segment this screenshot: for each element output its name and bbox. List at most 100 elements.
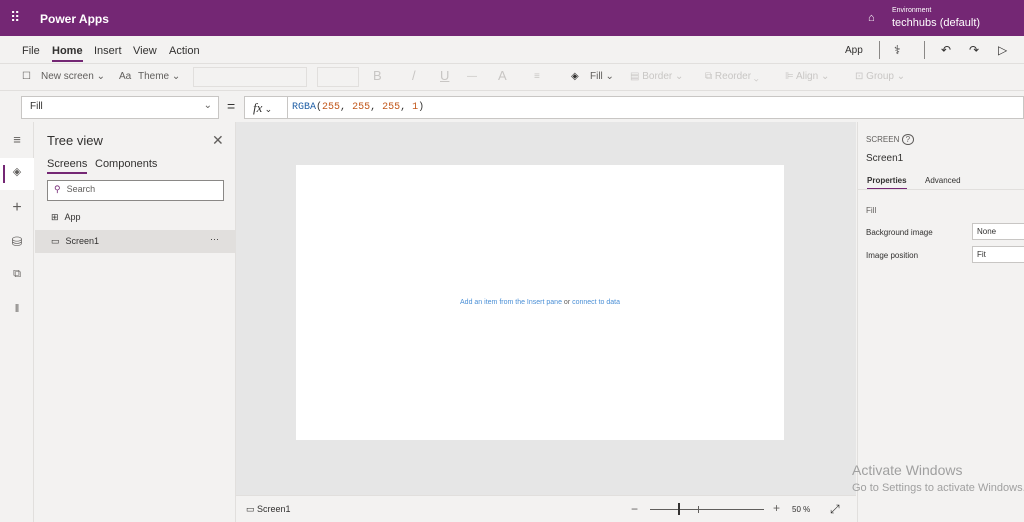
theme-label: Theme	[138, 71, 170, 82]
search-placeholder: Search	[66, 184, 96, 194]
insert-plus-icon[interactable]: +	[0, 199, 34, 217]
reorder-label: Reorder	[714, 71, 752, 82]
screen-name: Screen1	[257, 504, 291, 514]
bold-button[interactable]: B	[373, 68, 382, 83]
data-cylinder-icon[interactable]: ⛁	[0, 234, 34, 250]
preview-play-icon[interactable]: ▷	[998, 43, 1007, 57]
image-position-label: Image position	[866, 251, 919, 260]
divider	[879, 41, 880, 59]
strikethrough-icon[interactable]: —	[467, 71, 477, 82]
formula-arg: 255	[382, 102, 401, 113]
screen-selector[interactable]: ▭ Screen1	[246, 504, 291, 515]
tab-screens[interactable]: Screens	[47, 158, 88, 174]
help-icon[interactable]: ?	[901, 134, 915, 145]
close-icon[interactable]: ✕	[212, 132, 224, 149]
image-position-dropdown[interactable]: Fit	[972, 246, 1024, 263]
tree-view-title: Tree view	[47, 133, 103, 148]
background-image-dropdown[interactable]: None	[972, 223, 1024, 240]
tree-item-label: Screen1	[65, 236, 100, 246]
formula-function: RGBA	[292, 102, 317, 113]
fill-icon: ◈	[571, 71, 579, 82]
menu-view[interactable]: View	[133, 45, 157, 57]
zoom-slider[interactable]	[650, 509, 764, 510]
formula-arg: 255	[322, 102, 341, 113]
fill-label: Fill	[590, 71, 603, 82]
new-screen-button[interactable]: New screen ⌄	[41, 71, 105, 82]
fx-button[interactable]: fx ⌄	[244, 96, 288, 119]
zoom-slider-thumb[interactable]	[678, 503, 680, 515]
screen-icon: ▭	[51, 236, 60, 246]
screen-artboard[interactable]: Add an item from the Insert pane or conn…	[296, 165, 784, 440]
app-settings-button[interactable]: App	[845, 45, 863, 56]
theme-icon: Aa	[119, 71, 132, 82]
border-button[interactable]: ▤ Border ⌄	[630, 71, 683, 82]
theme-button[interactable]: Theme ⌄	[138, 71, 180, 82]
activate-windows-watermark: Activate Windows	[852, 462, 963, 478]
tree-item-app[interactable]: ⊞ App	[35, 207, 235, 229]
group-button[interactable]: ⊡ Group ⌄	[855, 71, 905, 82]
menu-insert[interactable]: Insert	[94, 45, 122, 57]
font-color-button[interactable]: A	[498, 68, 507, 83]
menu-bar: File Home Insert View Action	[0, 36, 1024, 64]
menu-file[interactable]: File	[22, 45, 40, 57]
tree-search-input[interactable]: ⚲ Search	[47, 180, 224, 201]
tab-properties[interactable]: Properties	[867, 176, 907, 190]
property-name: Fill	[30, 101, 43, 112]
control-kind: SCREEN ?	[866, 134, 915, 145]
fill-button[interactable]: Fill ⌄	[590, 71, 614, 82]
formula-arg: 1	[412, 102, 419, 113]
zoom-out-button[interactable]: −	[631, 502, 638, 516]
media-icon[interactable]: ⧉	[0, 268, 34, 281]
new-screen-label: New screen	[41, 71, 94, 82]
environment-name[interactable]: techhubs (default)	[892, 17, 980, 29]
advanced-tools-icon[interactable]: ‖	[0, 303, 34, 315]
font-dropdown[interactable]	[193, 67, 307, 87]
fill-section-label: Fill	[866, 206, 877, 215]
zoom-percent: 50	[792, 505, 801, 514]
zoom-in-button[interactable]: +	[773, 501, 780, 515]
background-image-label: Background image	[866, 228, 933, 237]
app-launcher-icon[interactable]: ⠿	[10, 10, 20, 24]
redo-icon[interactable]: ↷	[969, 43, 979, 57]
group-label: Group	[866, 71, 894, 82]
equals-sign: =	[227, 98, 236, 114]
empty-screen-hint: Add an item from the Insert pane or conn…	[296, 299, 784, 306]
formula-arg: 255	[352, 102, 371, 113]
formula-input[interactable]: RGBA(255, 255, 255, 1)	[287, 96, 1024, 119]
tree-item-screen1[interactable]: ▭ Screen1 ···	[35, 230, 235, 253]
text-align-icon[interactable]: ≡	[534, 71, 540, 82]
tree-item-label: App	[64, 212, 81, 222]
zoom-slider-tick	[698, 506, 699, 513]
app-name: Power Apps	[40, 12, 109, 26]
menu-action[interactable]: Action	[169, 45, 200, 57]
tab-advanced[interactable]: Advanced	[925, 176, 961, 185]
property-selector[interactable]: Fill ⌄	[21, 96, 219, 119]
border-label: Border	[642, 71, 673, 82]
insert-pane-link[interactable]: Add an item from the Insert pane	[460, 299, 562, 306]
activate-windows-subtext: Go to Settings to activate Windows.	[852, 482, 1024, 494]
menu-home[interactable]: Home	[52, 45, 83, 62]
tree-view-layers-icon[interactable]: ◈	[0, 165, 34, 178]
search-icon: ⚲	[54, 184, 61, 194]
title-bar: ⠿ Power Apps ⌂ Environment techhubs (def…	[0, 0, 1024, 36]
tab-components[interactable]: Components	[95, 158, 157, 170]
undo-icon[interactable]: ↶	[941, 43, 951, 57]
font-size-dropdown[interactable]	[317, 67, 359, 87]
hamburger-menu-icon[interactable]: ≡	[0, 132, 34, 147]
more-options-icon[interactable]: ···	[210, 234, 219, 244]
connect-data-link[interactable]: connect to data	[572, 299, 620, 306]
fx-label: fx	[253, 100, 263, 115]
underline-button[interactable]: U	[440, 68, 449, 83]
hint-or: or	[563, 299, 571, 306]
zoom-unit: %	[803, 505, 811, 514]
align-button[interactable]: ⊫ Align ⌄	[785, 71, 829, 82]
screen-icon: ▭	[246, 504, 255, 514]
reorder-button[interactable]: ⧉ Reorder ⌄	[705, 71, 759, 82]
app-checker-icon[interactable]: ⚕	[894, 43, 901, 57]
environment-icon: ⌂	[868, 12, 875, 24]
fit-to-window-icon[interactable]: ⤢	[830, 502, 840, 517]
italic-button[interactable]: /	[412, 68, 416, 83]
app-icon: ⊞	[51, 212, 59, 222]
control-name: Screen1	[866, 153, 904, 164]
new-screen-icon: ☐	[22, 71, 31, 82]
